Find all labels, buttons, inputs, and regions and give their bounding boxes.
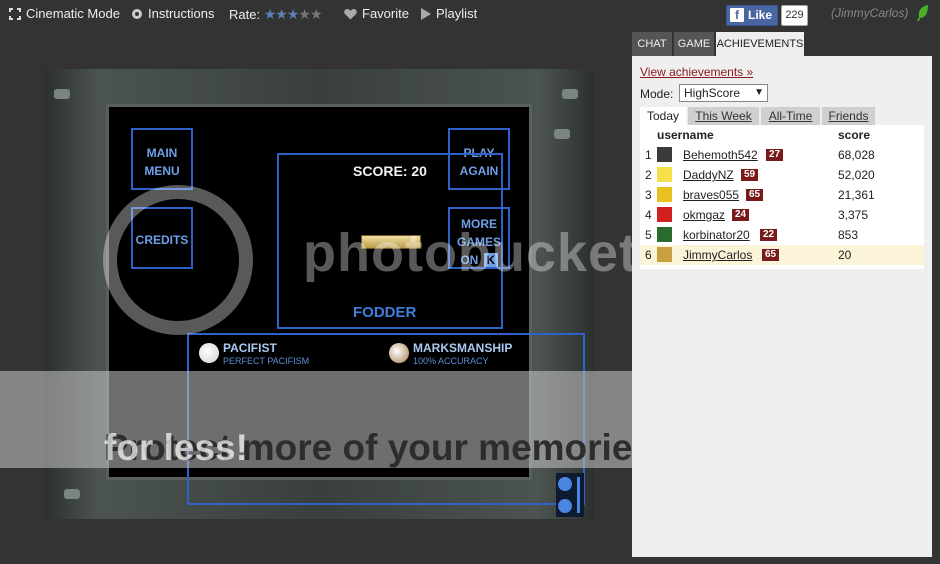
username-link[interactable]: DaddyNZ <box>683 168 734 182</box>
cinematic-mode-button[interactable]: Cinematic Mode <box>9 6 120 23</box>
medal-icon <box>389 343 409 363</box>
mode-label: Mode: <box>640 87 674 101</box>
avatar[interactable] <box>657 187 672 202</box>
rank-title: FODDER <box>353 304 417 321</box>
rate-label: Rate: <box>229 7 261 22</box>
banner-tail: for less! <box>104 427 248 468</box>
score-value: 20 <box>838 248 852 262</box>
username-link[interactable]: braves055 <box>683 188 739 202</box>
mode-value: HighScore <box>684 86 741 100</box>
username-link[interactable]: Behemoth542 <box>683 148 758 162</box>
playlist-label: Playlist <box>436 6 478 21</box>
decor-bolt <box>554 129 570 139</box>
table-row: 4 okmgaz 24 3,375 <box>640 205 924 225</box>
photobucket-logo <box>103 185 253 335</box>
level-badge: 59 <box>741 169 759 181</box>
avatar[interactable] <box>657 227 672 242</box>
rank: 6 <box>645 248 652 262</box>
username-link[interactable]: korbinator20 <box>683 228 750 242</box>
score-value: 853 <box>838 228 859 242</box>
username-column-header: username <box>657 128 714 142</box>
tab-chat[interactable]: CHAT <box>632 32 672 56</box>
chevron-down-icon: ▼ <box>754 87 764 98</box>
star-icon[interactable]: ★ <box>310 6 323 22</box>
rank: 3 <box>645 188 652 202</box>
rating-control: Rate: ★★★★★ <box>229 6 322 23</box>
username-link[interactable]: JimmyCarlos <box>683 248 752 262</box>
facebook-icon: f <box>730 8 744 22</box>
music-toggle-icon[interactable] <box>558 499 572 513</box>
favorite-label: Favorite <box>362 6 409 21</box>
achievement-name: MARKSMANSHIP <box>413 341 513 355</box>
leaderboard: username score 1 Behemoth542 27 68,028 2 Dadd… <box>640 125 924 269</box>
rank: 1 <box>645 148 652 162</box>
tab-game[interactable]: GAME <box>674 32 714 56</box>
tab-this-week[interactable]: This Week <box>688 107 759 125</box>
tab-all-time[interactable]: All-Time <box>761 107 820 125</box>
tab-friends[interactable]: Friends <box>822 107 875 125</box>
score-column-header: score <box>838 128 871 142</box>
star-icon[interactable]: ★ <box>298 6 311 22</box>
star-icon[interactable]: ★ <box>275 6 288 22</box>
level-badge: 65 <box>762 249 780 261</box>
decor-bolt <box>64 489 80 499</box>
watermark-text: photobucket <box>303 223 638 283</box>
volume-slider[interactable] <box>577 477 580 513</box>
main-menu-button[interactable]: MAIN MENU <box>131 128 193 190</box>
instructions-label: Instructions <box>148 6 215 21</box>
score-value: 3,375 <box>838 208 869 222</box>
gear-icon <box>131 8 143 23</box>
avatar[interactable] <box>657 247 672 262</box>
rank: 4 <box>645 208 652 222</box>
facebook-like-count: 229 <box>781 5 808 26</box>
level-badge: 24 <box>732 209 750 221</box>
rating-stars[interactable]: ★★★★★ <box>264 6 323 22</box>
sound-controls <box>556 473 584 517</box>
view-achievements-link[interactable]: View achievements » <box>640 65 753 79</box>
tab-achievements[interactable]: ACHIEVEMENTS <box>716 32 804 56</box>
level-badge: 22 <box>760 229 778 241</box>
decor-bolt <box>54 89 70 99</box>
username-link[interactable]: okmgaz <box>683 208 725 222</box>
tab-today[interactable]: Today <box>640 107 686 125</box>
table-row: 2 DaddyNZ 59 52,020 <box>640 165 924 185</box>
table-row: 1 Behemoth542 27 68,028 <box>640 145 924 165</box>
sound-toggle-icon[interactable] <box>558 477 572 491</box>
favorite-button[interactable]: Favorite <box>344 6 409 23</box>
table-row: 5 korbinator20 22 853 <box>640 225 924 245</box>
table-row: 6 JimmyCarlos 65 20 <box>640 245 924 265</box>
decor-bolt <box>562 89 578 99</box>
facebook-like-button[interactable]: f Like <box>726 5 778 26</box>
current-user[interactable]: (JimmyCarlos) <box>831 6 908 20</box>
avatar[interactable] <box>657 147 672 162</box>
score-value: 52,020 <box>838 168 875 182</box>
score-text: SCORE: 20 <box>353 163 427 179</box>
table-row: 3 braves055 65 21,361 <box>640 185 924 205</box>
achievement-desc: 100% ACCURACY <box>413 356 489 366</box>
playlist-button[interactable]: Playlist <box>421 6 477 23</box>
star-icon[interactable]: ★ <box>264 6 277 22</box>
leaf-icon <box>917 5 928 21</box>
heart-icon <box>344 8 357 23</box>
score-value: 68,028 <box>838 148 875 162</box>
rank: 2 <box>645 168 652 182</box>
instructions-button[interactable]: Instructions <box>131 6 214 23</box>
level-badge: 65 <box>746 189 764 201</box>
achievements-side-panel: View achievements » Mode: HighScore ▼ To… <box>632 56 932 557</box>
achievement-name: PACIFIST <box>223 341 277 355</box>
play-icon <box>421 8 431 23</box>
achievement-desc: PERFECT PACIFISM <box>223 356 310 366</box>
avatar[interactable] <box>657 207 672 222</box>
mode-select[interactable]: HighScore ▼ <box>679 84 768 102</box>
rank: 5 <box>645 228 652 242</box>
top-bar: Cinematic Mode Instructions Rate: ★★★★★ … <box>0 0 940 28</box>
avatar[interactable] <box>657 167 672 182</box>
cinematic-mode-label: Cinematic Mode <box>26 6 120 21</box>
medal-icon <box>199 343 219 363</box>
facebook-like-label: Like <box>748 8 773 22</box>
fullscreen-icon <box>9 8 21 23</box>
level-badge: 27 <box>766 149 784 161</box>
star-icon[interactable]: ★ <box>287 6 300 22</box>
score-value: 21,361 <box>838 188 875 202</box>
